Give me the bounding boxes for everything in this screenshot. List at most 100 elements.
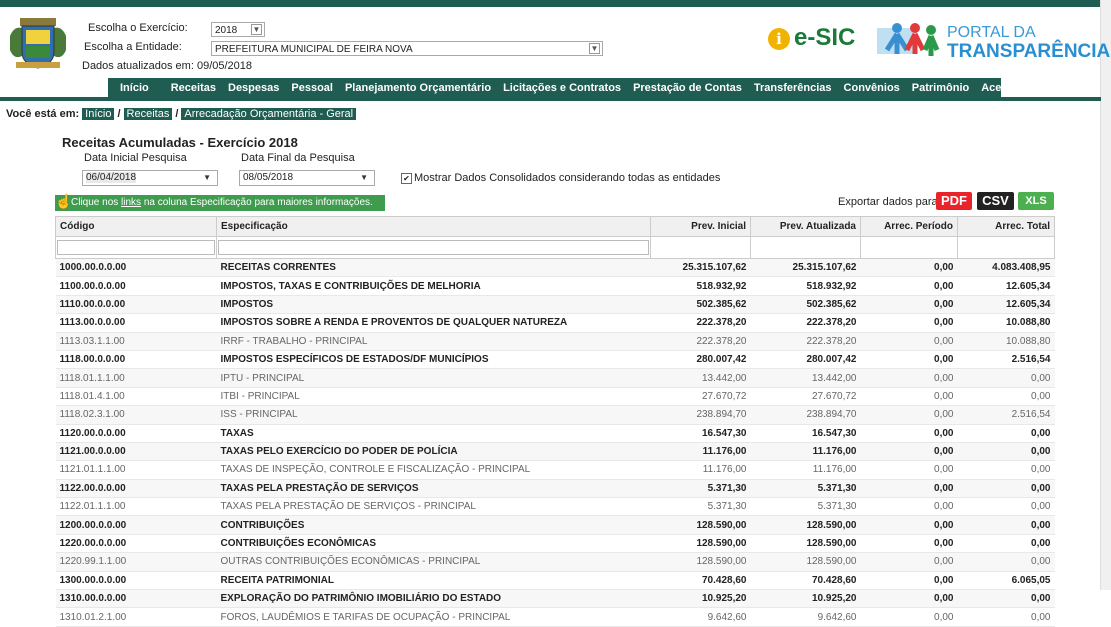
nav-planejamento[interactable]: Planejamento Orçamentário [345,82,491,94]
cell-especificacao[interactable]: TAXAS PELA PRESTAÇÃO DE SERVIÇOS - PRINC… [216,497,651,517]
esic-text: e-SIC [794,24,856,51]
cell-especificacao[interactable]: ITBI - PRINCIPAL [216,387,651,407]
exercicio-select[interactable]: 2018 ▼ [211,22,265,37]
breadcrumb-receitas[interactable]: Receitas [123,108,173,120]
table-row[interactable]: 1220.99.1.1.00 OUTRAS CONTRIBUIÇÕES ECONÔ… [55,552,1055,572]
col-prev-atualizada[interactable]: Prev. Atualizada [750,216,861,237]
table-row[interactable]: 1121.01.1.1.00 TAXAS DE INSPEÇÃO, CONTROL… [55,460,1055,480]
cell-especificacao[interactable]: IRRF - TRABALHO - PRINCIPAL [216,332,651,351]
cell-especificacao[interactable]: TAXAS PELA PRESTAÇÃO DE SERVIÇOS [216,479,651,499]
cell-arrec-total: 0,00 [957,497,1055,517]
breadcrumb-inicio[interactable]: Início [82,108,115,120]
info-icon: i [768,28,790,50]
nav-pessoal[interactable]: Pessoal [291,82,333,94]
cell-especificacao[interactable]: IMPOSTOS, TAXAS E CONTRIBUIÇÕES DE MELHO… [216,276,651,296]
nav-prestacao[interactable]: Prestação de Contas [633,82,742,94]
consolidado-label: Mostrar Dados Consolidados considerando … [414,172,721,184]
nav-acesso[interactable]: Acesso à Informação [981,82,1092,94]
table-row[interactable]: 1118.02.3.1.00 ISS - PRINCIPAL 238.894,70 2… [55,405,1055,425]
table-row[interactable]: 1310.01.2.1.00 FOROS, LAUDÊMIOS E TARIFAS… [55,607,1055,627]
cell-especificacao[interactable]: TAXAS [216,424,651,443]
cell-codigo: 1122.00.0.0.00 [55,479,217,499]
table-row[interactable]: 1120.00.0.0.00 TAXAS 16.547,30 16.547,30 0,0… [55,424,1055,443]
breadcrumb-arrecadacao[interactable]: Arrecadação Orçamentária - Geral [181,108,357,120]
table-row[interactable]: 1118.01.1.1.00 IPTU - PRINCIPAL 13.442,00 1… [55,368,1055,388]
cell-especificacao[interactable]: RECEITAS CORRENTES [216,258,651,278]
table-row[interactable]: 1113.00.0.0.00 IMPOSTOS SOBRE A RENDA E P… [55,313,1055,333]
export-xls-button[interactable]: XLS [1018,192,1054,210]
portal-transparencia-logo[interactable]: PORTAL DA TRANSPARÊNCIA [877,18,1110,64]
filter-empty-cell [750,236,861,259]
table-row[interactable]: 1100.00.0.0.00 IMPOSTOS, TAXAS E CONTRIBU… [55,276,1055,296]
table-row[interactable]: 1122.01.1.1.00 TAXAS PELA PRESTAÇÃO DE SE… [55,497,1055,517]
cell-codigo: 1300.00.0.0.00 [55,571,217,591]
nav-transferencias[interactable]: Transferências [754,82,832,94]
entidade-select[interactable]: PREFEITURA MUNICIPAL DE FEIRA NOVA ▼ [211,41,603,56]
col-prev-inicial[interactable]: Prev. Inicial [650,216,751,237]
cell-especificacao[interactable]: TAXAS PELO EXERCÍCIO DO PODER DE POLÍCIA [216,442,651,462]
table-row[interactable]: 1121.00.0.0.00 TAXAS PELO EXERCÍCIO DO PO… [55,442,1055,462]
cell-prev-atualizada: 25.315.107,62 [750,258,861,278]
hint-link[interactable]: links [121,197,141,208]
hint-post: na coluna Especificação para maiores inf… [141,197,373,208]
cell-codigo: 1113.00.0.0.00 [55,313,217,333]
vertical-scrollbar[interactable] [1100,0,1111,590]
table-row[interactable]: 1110.00.0.0.00 IMPOSTOS 502.385,62 502.385,… [55,295,1055,315]
chevron-down-icon: ▼ [360,173,368,182]
cell-especificacao[interactable]: ISS - PRINCIPAL [216,405,651,425]
cell-especificacao[interactable]: CONTRIBUIÇÕES ECONÔMICAS [216,534,651,554]
cell-especificacao[interactable]: IMPOSTOS ESPECÍFICOS DE ESTADOS/DF MUNIC… [216,350,651,370]
cell-arrec-periodo: 0,00 [860,368,958,388]
consolidado-checkbox[interactable]: ✔ [401,173,412,184]
data-final-select[interactable]: 08/05/2018 ▼ [239,170,375,186]
table-row[interactable]: 1122.00.0.0.00 TAXAS PELA PRESTAÇÃO DE SE… [55,479,1055,499]
cell-codigo: 1120.00.0.0.00 [55,424,217,443]
cell-arrec-periodo: 0,00 [860,350,958,370]
table-row[interactable]: 1118.00.0.0.00 IMPOSTOS ESPECÍFICOS DE ES… [55,350,1055,370]
nav-despesas[interactable]: Despesas [228,82,279,94]
cell-arrec-total: 0,00 [957,387,1055,407]
data-inicial-select[interactable]: 06/04/2018 ▼ [82,170,218,186]
export-pdf-button[interactable]: PDF [936,192,972,210]
cell-especificacao[interactable]: CONTRIBUIÇÕES [216,515,651,535]
table-row[interactable]: 1310.00.0.0.00 EXPLORAÇÃO DO PATRIMÔNIO I… [55,589,1055,609]
cell-arrec-total: 10.088,80 [957,332,1055,351]
cell-especificacao[interactable]: IMPOSTOS [216,295,651,315]
table-row[interactable]: 1300.00.0.0.00 RECEITA PATRIMONIAL 70.428,… [55,571,1055,591]
cell-arrec-total: 0,00 [957,368,1055,388]
filter-especificacao-input[interactable] [218,240,649,255]
col-arrec-periodo[interactable]: Arrec. Período [860,216,958,237]
cell-especificacao[interactable]: OUTRAS CONTRIBUIÇÕES ECONÔMICAS - PRINCI… [216,552,651,572]
data-inicial-value: 06/04/2018 [86,172,137,183]
exercicio-value: 2018 [215,25,238,36]
nav-receitas[interactable]: Receitas [171,82,216,94]
cell-especificacao[interactable]: EXPLORAÇÃO DO PATRIMÔNIO IMOBILIÁRIO DO … [216,589,651,609]
cell-arrec-total: 0,00 [957,479,1055,499]
filter-codigo-input[interactable] [57,240,215,255]
cell-especificacao[interactable]: FOROS, LAUDÊMIOS E TARIFAS DE OCUPAÇÃO -… [216,607,651,627]
nav-inicio[interactable]: Início [120,82,149,94]
table-row[interactable]: 1113.03.1.1.00 IRRF - TRABALHO - PRINCIPA… [55,332,1055,351]
table-row[interactable]: 1200.00.0.0.00 CONTRIBUIÇÕES 128.590,00 128… [55,515,1055,535]
cell-especificacao[interactable]: RECEITA PATRIMONIAL [216,571,651,591]
table-row[interactable]: 1000.00.0.0.00 RECEITAS CORRENTES 25.315.1… [55,258,1055,278]
col-especificacao[interactable]: Especificação [216,216,651,237]
cell-arrec-periodo: 0,00 [860,515,958,535]
esic-logo[interactable]: i e-SIC [768,24,868,56]
cell-especificacao[interactable]: IPTU - PRINCIPAL [216,368,651,388]
cell-especificacao[interactable]: IMPOSTOS SOBRE A RENDA E PROVENTOS DE QU… [216,313,651,333]
nav-convenios[interactable]: Convênios [844,82,900,94]
export-csv-button[interactable]: CSV [977,192,1014,210]
cell-especificacao[interactable]: TAXAS DE INSPEÇÃO, CONTROLE E FISCALIZAÇ… [216,460,651,480]
nav-patrimonio[interactable]: Patrimônio [912,82,969,94]
col-codigo[interactable]: Código [55,216,217,237]
table-row[interactable]: 1220.00.0.0.00 CONTRIBUIÇÕES ECONÔMICAS 12… [55,534,1055,554]
table-row[interactable]: 1118.01.4.1.00 ITBI - PRINCIPAL 27.670,72 2… [55,387,1055,407]
cell-codigo: 1310.00.0.0.00 [55,589,217,609]
col-arrec-total[interactable]: Arrec. Total [957,216,1055,237]
cell-codigo: 1100.00.0.0.00 [55,276,217,296]
cell-prev-inicial: 128.590,00 [650,515,751,535]
cell-arrec-total: 12.605,34 [957,276,1055,296]
cell-prev-inicial: 16.547,30 [650,424,751,443]
nav-licitacoes[interactable]: Licitações e Contratos [503,82,621,94]
